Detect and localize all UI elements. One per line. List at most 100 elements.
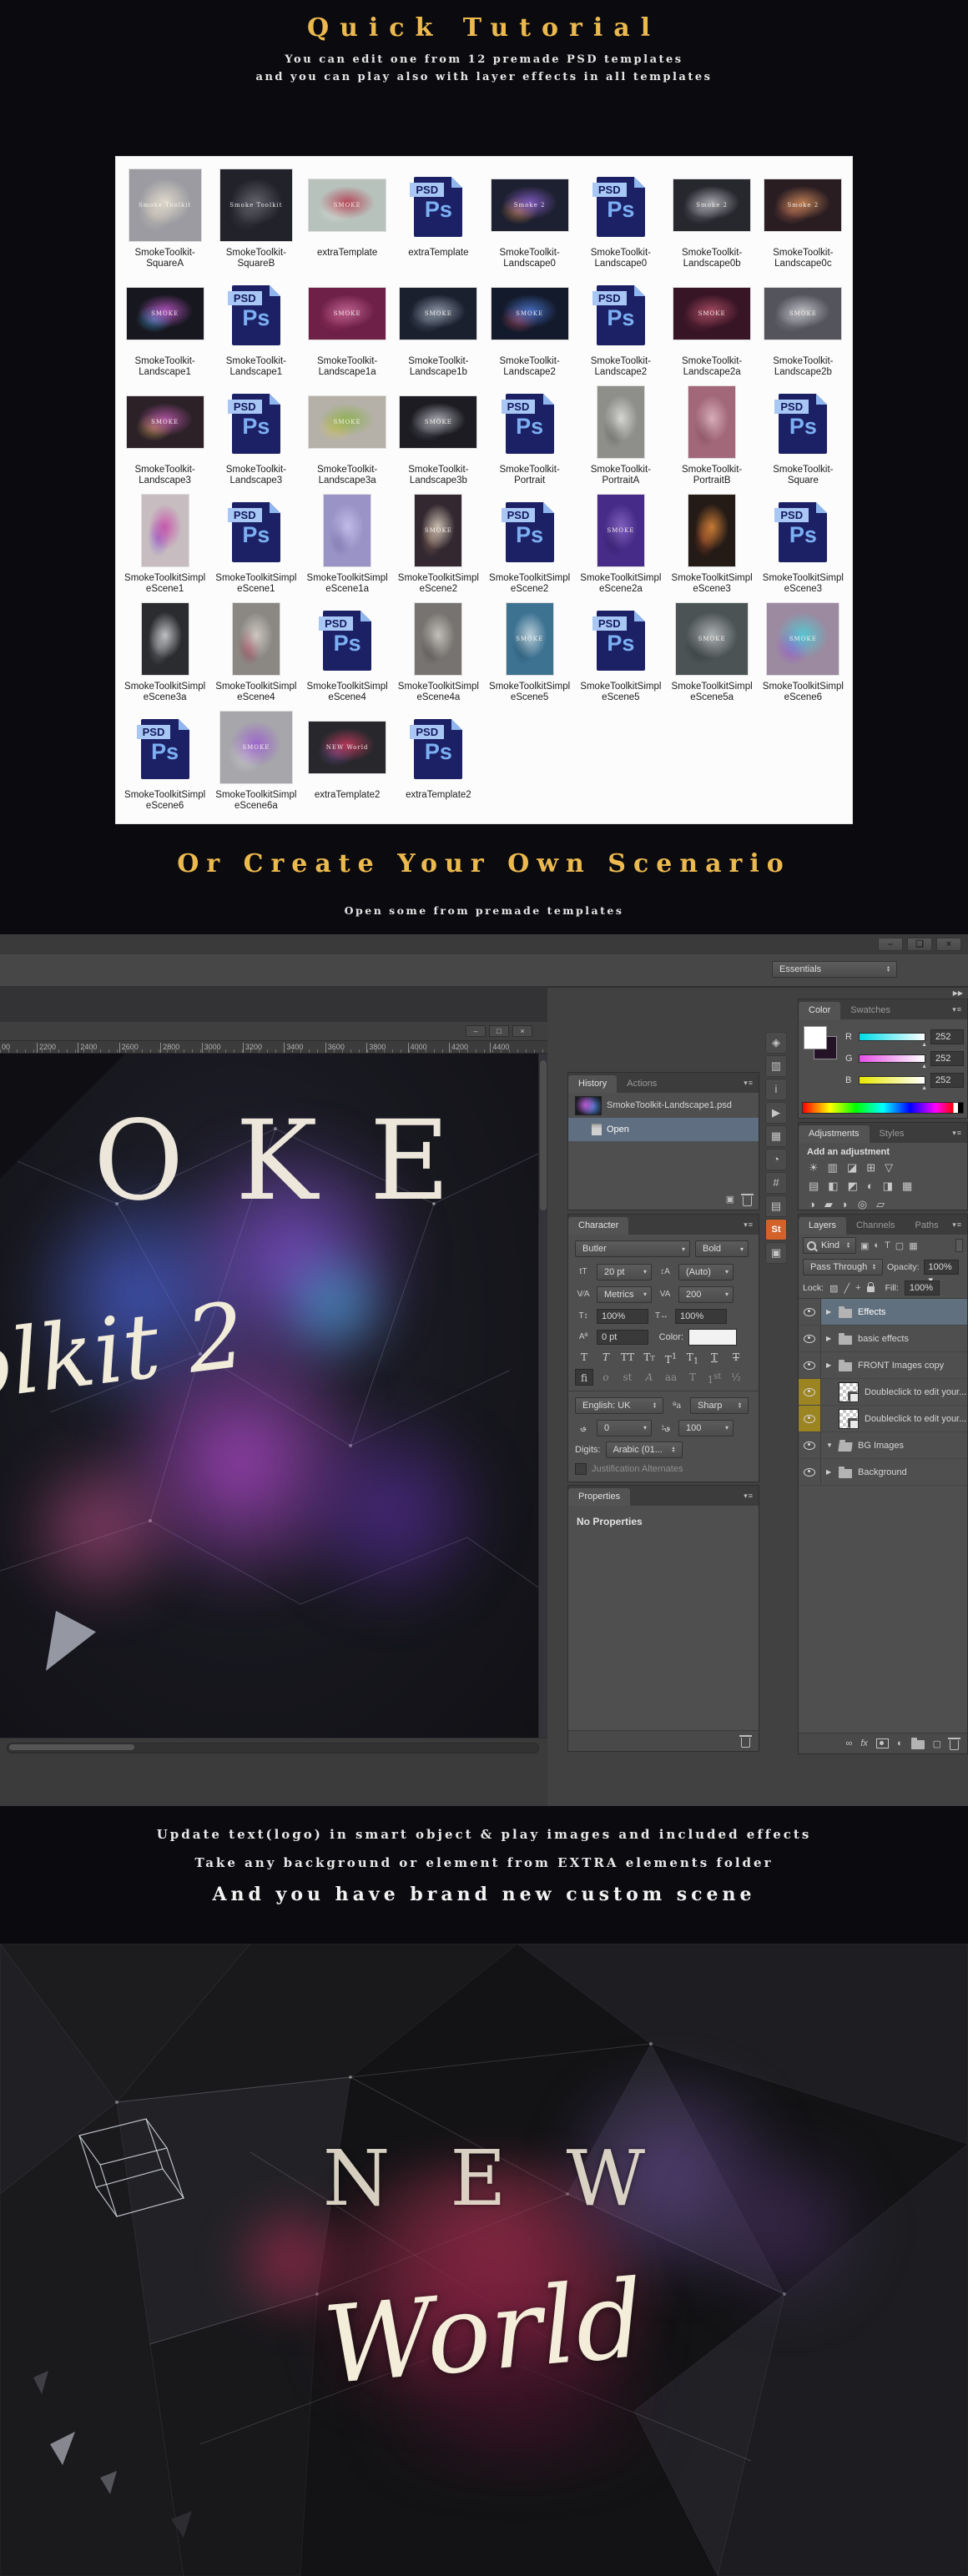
new-group-icon[interactable] (911, 1740, 925, 1749)
tracking-dropdown[interactable]: 200▾ (678, 1286, 734, 1303)
file-item[interactable]: SMOKESmokeToolkit-Landscape3b (393, 379, 484, 487)
faux-italic-toggle[interactable]: T (597, 1349, 615, 1366)
mini-bridge-icon[interactable]: ▦ (765, 1125, 787, 1147)
text-color-swatch[interactable] (688, 1329, 737, 1346)
file-item[interactable]: PsPSDSmokeToolkit-Landscape2 (575, 270, 666, 379)
opacity-field[interactable]: 100% ▾ (924, 1260, 959, 1275)
color-spectrum-ramp[interactable] (802, 1102, 964, 1114)
histogram-icon[interactable]: ▥ (765, 1055, 787, 1077)
filter-toggle[interactable] (955, 1239, 963, 1252)
adjustment-layers-icon[interactable]: ◐ (874, 1240, 880, 1251)
layer-style-icon[interactable]: fx (860, 1738, 868, 1748)
underline-toggle[interactable]: T (705, 1349, 723, 1366)
layer-row[interactable]: ▶Effects (799, 1299, 967, 1326)
file-item[interactable]: SMOKESmokeToolkitSimpleScene6 (758, 596, 849, 704)
stylistic-alternates-toggle[interactable]: A (640, 1369, 658, 1386)
antialias-dropdown[interactable]: Sharp (690, 1397, 749, 1414)
tab-history[interactable]: History (568, 1075, 617, 1093)
threshold-icon[interactable]: ◗ (842, 1198, 849, 1211)
doc-maximize-icon[interactable]: □ (489, 1025, 509, 1037)
eye-icon[interactable] (804, 1441, 815, 1450)
vertical-scroll-thumb[interactable] (540, 1060, 547, 1210)
visibility-cell[interactable] (799, 1406, 821, 1431)
language-dropdown[interactable]: English: UK (575, 1397, 663, 1414)
link-layers-icon[interactable]: ∞ (846, 1738, 853, 1748)
file-item[interactable]: Smoke ToolkitSmokeToolkit-SquareA (119, 162, 210, 270)
panel-menu-icon[interactable]: ▾≡ (744, 1492, 754, 1501)
channel-mixer-icon[interactable]: ◨ (883, 1180, 893, 1193)
tab-channels[interactable]: Channels (846, 1217, 905, 1235)
file-item[interactable]: PsPSDextraTemplate2 (393, 704, 484, 813)
expand-arrow-icon[interactable]: ▶ (826, 1335, 833, 1342)
horizontal-scroll-thumb[interactable] (9, 1744, 134, 1750)
file-item[interactable]: SMOKESmokeToolkitSimpleScene2a (575, 487, 666, 596)
channel-slider[interactable] (859, 1054, 925, 1063)
file-item[interactable]: PsPSDextraTemplate (393, 162, 484, 270)
blend-mode-dropdown[interactable]: Pass Through (803, 1259, 883, 1275)
file-item[interactable]: PsPSDSmokeToolkit-Portrait (484, 379, 575, 487)
ligatures-toggle[interactable]: fi (575, 1369, 593, 1386)
file-item[interactable]: NEW WorldextraTemplate2 (302, 704, 393, 813)
expand-arrow-icon[interactable]: ▶ (826, 1468, 833, 1476)
expand-arrow-icon[interactable]: ▶ (826, 1361, 833, 1369)
fill-field[interactable]: 100% ▾ (905, 1280, 940, 1296)
black-white-icon[interactable]: ◩ (848, 1180, 858, 1193)
visibility-cell[interactable] (799, 1299, 821, 1325)
navigator-icon[interactable]: ◈ (765, 1032, 787, 1054)
tab-color[interactable]: Color (799, 1002, 840, 1019)
photo-filter-icon[interactable]: ◐ (867, 1180, 874, 1193)
small-caps-toggle[interactable]: TT (640, 1349, 658, 1366)
eye-icon[interactable] (804, 1415, 815, 1423)
new-doc-from-state-icon[interactable]: ▣ (726, 1194, 734, 1206)
gradient-map-icon[interactable]: ▱ (876, 1198, 885, 1211)
file-item[interactable]: PsPSDSmokeToolkitSimpleScene2 (484, 487, 575, 596)
file-item[interactable]: Smoke 2SmokeToolkit-Landscape0 (484, 162, 575, 270)
doc-close-icon[interactable]: × (512, 1025, 532, 1037)
file-item[interactable]: PsPSDSmokeToolkit-Landscape3 (210, 379, 301, 487)
tab-paths[interactable]: Paths (905, 1217, 949, 1235)
file-item[interactable]: SMOKESmokeToolkitSimpleScene6a (210, 704, 301, 813)
measurement-log-icon[interactable]: # (765, 1172, 787, 1194)
tab-layers[interactable]: Layers (799, 1217, 846, 1235)
file-item[interactable]: SmokeToolkit-PortraitB (667, 379, 758, 487)
history-document-row[interactable]: SmokeToolkit-Landscape1.psd (568, 1093, 759, 1118)
tab-properties[interactable]: Properties (568, 1488, 630, 1506)
channel-value-field[interactable]: 252 (930, 1051, 964, 1066)
eye-icon[interactable] (804, 1361, 815, 1370)
baseline-shift-field[interactable]: 0 pt (597, 1330, 648, 1345)
file-item[interactable]: Smoke 2SmokeToolkit-Landscape0b (667, 162, 758, 270)
file-item[interactable]: SMOKESmokeToolkit-Landscape2a (667, 270, 758, 379)
color-lookup-icon[interactable]: ▦ (902, 1180, 912, 1193)
vibrance-icon[interactable]: ▽ (885, 1161, 893, 1175)
file-item[interactable]: Smoke 2SmokeToolkit-Landscape0c (758, 162, 849, 270)
channel-slider[interactable] (859, 1076, 925, 1084)
file-item[interactable]: SMOKESmokeToolkitSimpleScene5a (667, 596, 758, 704)
channel-slider[interactable] (859, 1033, 925, 1041)
file-item[interactable]: SmokeToolkitSimpleScene3a (119, 596, 210, 704)
vertical-scrollbar[interactable] (538, 1054, 547, 1738)
file-item[interactable]: SMOKESmokeToolkit-Landscape3a (302, 379, 393, 487)
file-item[interactable]: PsPSDSmokeToolkitSimpleScene4 (302, 596, 393, 704)
minimize-icon[interactable]: – (878, 938, 903, 951)
layer-mask-icon[interactable] (876, 1738, 889, 1748)
arabic-width-dropdown[interactable]: 100▾ (678, 1420, 734, 1436)
eye-icon[interactable] (804, 1388, 815, 1396)
stock-icon[interactable]: St (765, 1219, 787, 1240)
tab-swatches[interactable]: Swatches (840, 1002, 900, 1019)
delete-state-icon[interactable] (743, 1196, 752, 1206)
shape-layers-icon[interactable]: ▢ (895, 1240, 904, 1251)
info-icon[interactable]: i (765, 1079, 787, 1100)
file-item[interactable]: SMOKESmokeToolkit-Landscape3 (119, 379, 210, 487)
file-item[interactable]: SMOKESmokeToolkit-Landscape1 (119, 270, 210, 379)
ordinals-toggle[interactable]: 1st (705, 1369, 723, 1386)
invert-icon[interactable]: ◑ (809, 1198, 815, 1211)
tab-actions[interactable]: Actions (617, 1075, 667, 1093)
layer-row[interactable]: ▼BG Images (799, 1432, 967, 1459)
smart-objects-icon[interactable]: ▦ (909, 1240, 917, 1251)
all-caps-toggle[interactable]: TT (618, 1349, 637, 1366)
workspace-dropdown[interactable]: Essentials (772, 961, 897, 978)
file-item[interactable]: SMOKESmokeToolkitSimpleScene5 (484, 596, 575, 704)
file-item[interactable]: SmokeToolkit-PortraitA (575, 379, 666, 487)
actions-icon[interactable]: ▶ (765, 1102, 787, 1124)
file-item[interactable]: SMOKESmokeToolkit-Landscape1b (393, 270, 484, 379)
